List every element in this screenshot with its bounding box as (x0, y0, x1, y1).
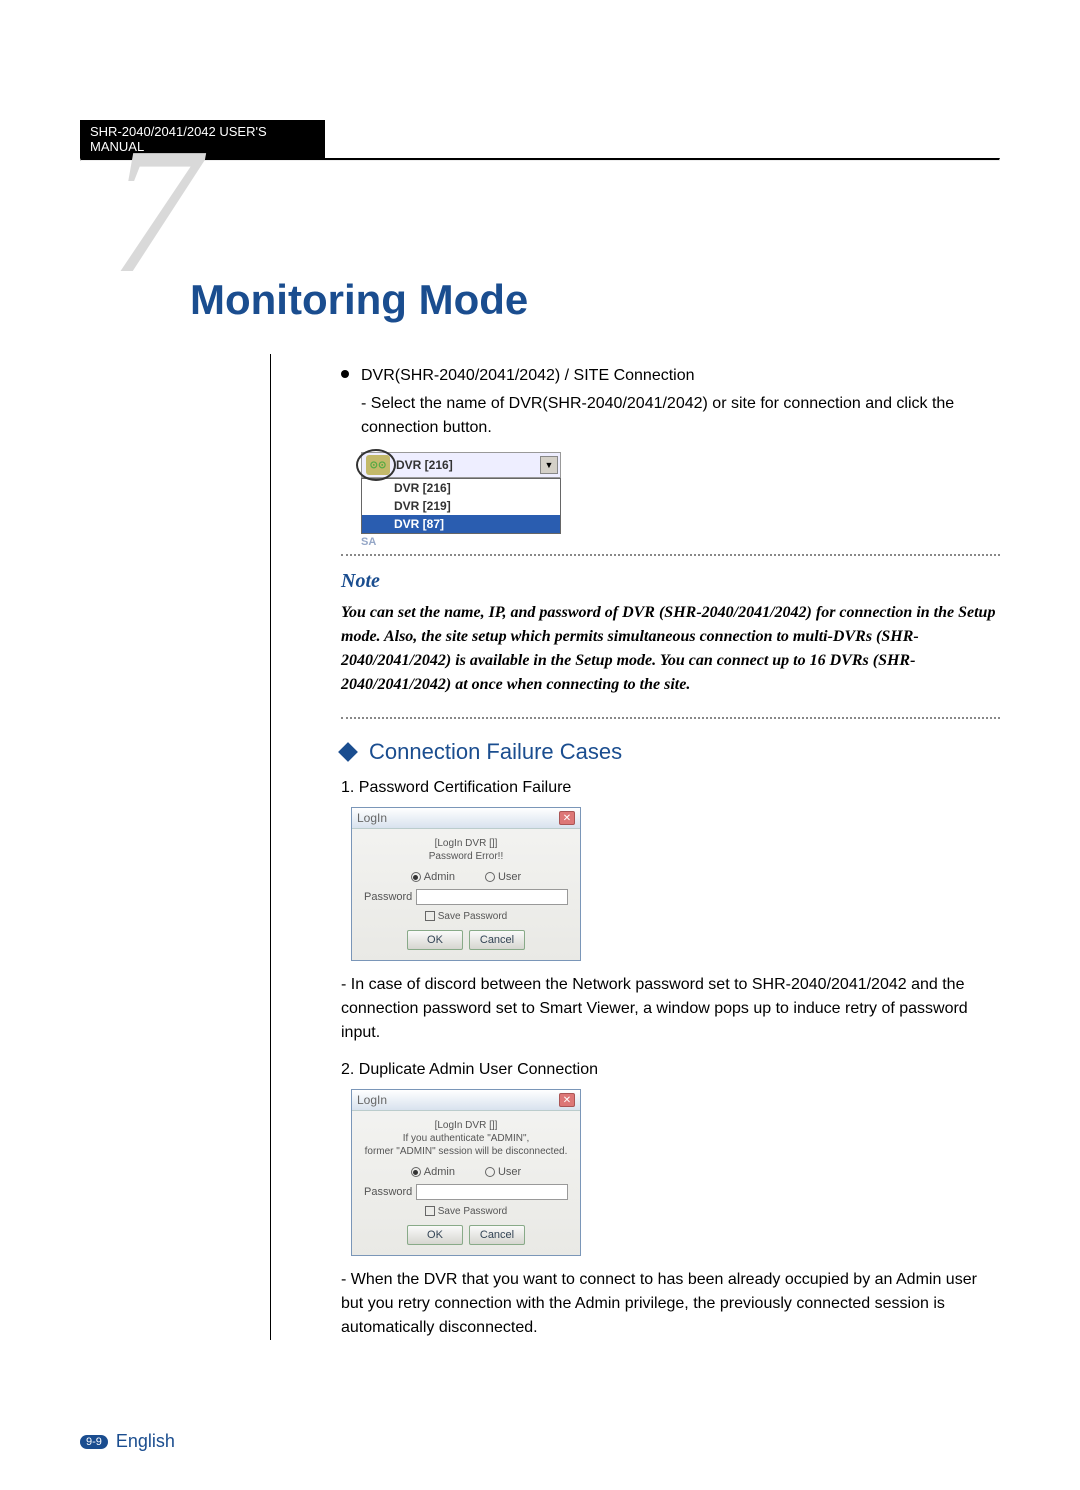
dialog-message: [LogIn DVR []] Password Error!! (364, 837, 568, 863)
radio-dot-icon (485, 872, 495, 882)
dvr-dropdown: ⊙⊙ DVR [216] ▼ DVR [216] DVR [219] DVR [… (361, 452, 561, 534)
dialog-message: [LogIn DVR []] If you authenticate "ADMI… (364, 1119, 568, 1158)
radio-admin[interactable]: Admin (411, 871, 455, 883)
dropdown-item[interactable]: DVR [87] (362, 515, 560, 533)
header-rule (80, 158, 1000, 161)
note-body: You can set the name, IP, and password o… (341, 601, 1000, 697)
page-number-badge: 9-9 (80, 1435, 108, 1449)
highlight-circle-icon (356, 449, 396, 481)
radio-dot-icon (411, 1167, 421, 1177)
intro-sub-text: - Select the name of DVR(SHR-2040/2041/2… (361, 392, 1000, 440)
save-password-row[interactable]: Save Password (364, 911, 568, 922)
ok-button[interactable]: OK (407, 1225, 463, 1245)
password-label: Password (364, 1186, 412, 1198)
case1-heading: 1. Password Certification Failure (341, 779, 1000, 797)
case2-description: - When the DVR that you want to connect … (341, 1268, 1000, 1340)
radio-user[interactable]: User (485, 1166, 521, 1178)
dropdown-selected-row[interactable]: ⊙⊙ DVR [216] ▼ (361, 452, 561, 478)
intro-bullet-text: DVR(SHR-2040/2041/2042) / SITE Connectio… (361, 364, 695, 388)
save-password-row[interactable]: Save Password (364, 1206, 568, 1217)
dropdown-item[interactable]: DVR [216] (362, 479, 560, 497)
dotted-rule (341, 554, 1000, 556)
case1-description: - In case of discord between the Network… (341, 973, 1000, 1045)
cancel-button[interactable]: Cancel (469, 930, 525, 950)
dropdown-selected-label: DVR [216] (390, 458, 540, 472)
login-dialog-duplicate-admin: LogIn ✕ [LogIn DVR []] If you authentica… (351, 1089, 581, 1256)
page-footer: 9-9 English (80, 1431, 175, 1452)
dialog-titlebar: LogIn ✕ (352, 808, 580, 829)
password-label: Password (364, 891, 412, 903)
close-icon[interactable]: ✕ (559, 811, 575, 825)
bullet-dot-icon (341, 370, 349, 378)
checkbox-icon[interactable] (425, 911, 435, 921)
dialog-titlebar: LogIn ✕ (352, 1090, 580, 1111)
note-title: Note (341, 570, 1000, 593)
close-icon[interactable]: ✕ (559, 1093, 575, 1107)
dropdown-item[interactable]: DVR [219] (362, 497, 560, 515)
chevron-down-icon[interactable]: ▼ (540, 456, 558, 474)
radio-admin[interactable]: Admin (411, 1166, 455, 1178)
dropdown-list: DVR [216] DVR [219] DVR [87] (361, 478, 561, 534)
dialog-title: LogIn (357, 1093, 387, 1107)
chapter-heading: 7 Monitoring Mode (130, 191, 1000, 324)
content-column: DVR(SHR-2040/2041/2042) / SITE Connectio… (270, 354, 1000, 1340)
case2-heading: 2. Duplicate Admin User Connection (341, 1061, 1000, 1079)
login-dialog-password-error: LogIn ✕ [LogIn DVR []] Password Error!! … (351, 807, 581, 961)
dialog-title: LogIn (357, 811, 387, 825)
dotted-rule (341, 717, 1000, 719)
chapter-title: Monitoring Mode (130, 191, 1000, 324)
intro-bullet-row: DVR(SHR-2040/2041/2042) / SITE Connectio… (341, 364, 1000, 388)
ok-button[interactable]: OK (407, 930, 463, 950)
diamond-icon (338, 742, 358, 762)
section-title: Connection Failure Cases (369, 739, 622, 765)
radio-dot-icon (485, 1167, 495, 1177)
section-heading-row: Connection Failure Cases (341, 739, 1000, 765)
password-field[interactable] (416, 889, 568, 905)
radio-user[interactable]: User (485, 871, 521, 883)
password-field[interactable] (416, 1184, 568, 1200)
checkbox-icon[interactable] (425, 1206, 435, 1216)
cancel-button[interactable]: Cancel (469, 1225, 525, 1245)
radio-dot-icon (411, 872, 421, 882)
watermark-text: SA (361, 536, 376, 548)
footer-language: English (116, 1431, 175, 1452)
